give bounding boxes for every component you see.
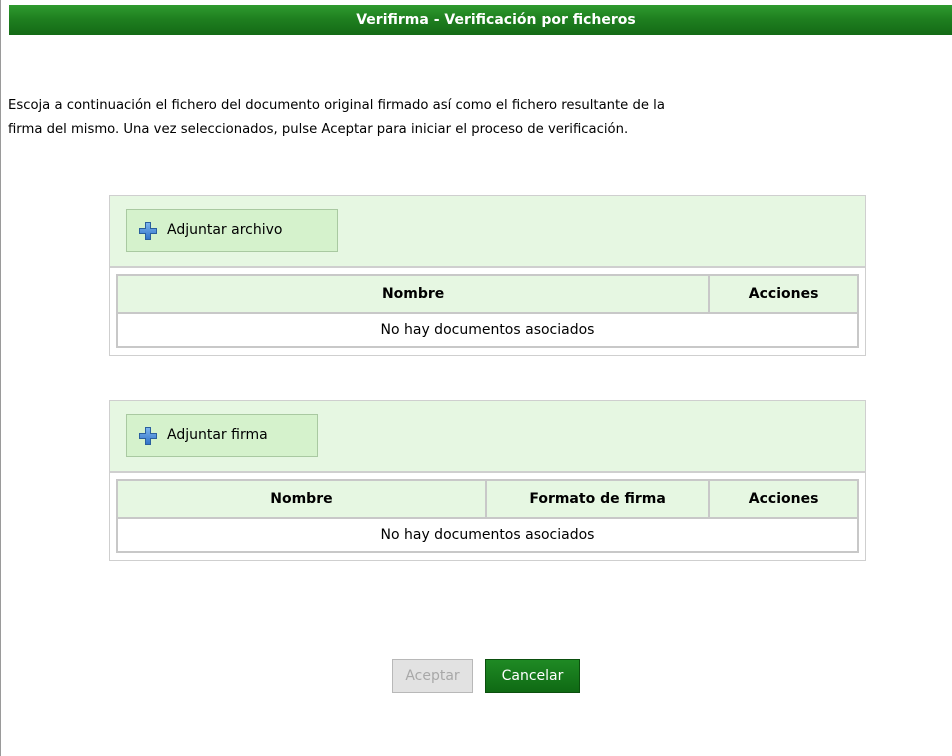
table-header-row: Nombre Acciones	[115, 274, 859, 314]
attach-signature-label: Adjuntar firma	[167, 427, 268, 443]
signature-upload-panel: Adjuntar firma Nombre Formato de firma A…	[109, 400, 866, 561]
window-title: Verifirma - Verificación por ficheros	[9, 5, 952, 35]
column-header-actions: Acciones	[708, 274, 859, 314]
accept-button[interactable]: Aceptar	[392, 659, 473, 693]
column-header-name: Nombre	[116, 479, 487, 519]
plus-icon	[139, 222, 157, 240]
document-upload-panel: Adjuntar archivo Nombre Acciones No hay …	[109, 195, 866, 356]
verification-window: Verifirma - Verificación por ficheros Es…	[0, 0, 952, 756]
signature-table: Nombre Formato de firma Acciones No hay …	[116, 479, 859, 553]
table-header-row: Nombre Formato de firma Acciones	[116, 479, 859, 519]
table-row: No hay documentos asociados	[116, 312, 859, 348]
empty-table-message: No hay documentos asociados	[116, 312, 859, 348]
column-header-actions: Acciones	[708, 479, 859, 519]
cancel-button[interactable]: Cancelar	[485, 659, 580, 693]
column-header-name: Nombre	[115, 274, 711, 314]
instructions-text: Escoja a continuación el fichero del doc…	[8, 94, 952, 142]
signature-panel-toolbar: Adjuntar firma	[110, 401, 865, 473]
table-row: No hay documentos asociados	[116, 517, 859, 553]
attach-signature-button[interactable]: Adjuntar firma	[126, 414, 318, 457]
instructions-line-1: Escoja a continuación el fichero del doc…	[8, 98, 665, 113]
instructions-line-2: firma del mismo. Una vez seleccionados, …	[8, 122, 629, 137]
column-header-signature-format: Formato de firma	[484, 479, 711, 519]
document-panel-toolbar: Adjuntar archivo	[110, 196, 865, 268]
document-table: Nombre Acciones No hay documentos asocia…	[115, 274, 859, 348]
empty-table-message: No hay documentos asociados	[116, 517, 859, 553]
plus-icon	[139, 427, 157, 445]
attach-file-button[interactable]: Adjuntar archivo	[126, 209, 338, 252]
attach-file-label: Adjuntar archivo	[167, 222, 283, 238]
